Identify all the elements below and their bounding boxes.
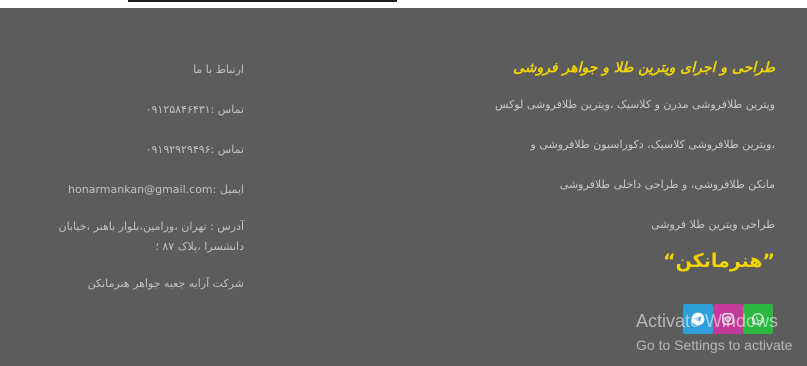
services-link-3[interactable]: مانکن طلافروشی، و طراحی داخلی طلافروشی <box>415 178 775 218</box>
contact-company: شرکت آرایه جعبه جواهر هنرمانکن <box>87 277 244 290</box>
services-link-1[interactable]: ویترین طلافروشی مدرن و کلاسیک ،ویترین طل… <box>415 98 775 138</box>
contact-phone-2[interactable]: تماس :۰۹۱۹۲۹۲۹۴۹۶ <box>40 143 244 183</box>
activate-windows-subtitle: Go to Settings to activate <box>636 337 793 353</box>
top-bar <box>0 0 807 8</box>
activate-windows-title: Activate Windows <box>636 311 779 331</box>
contact-address: آدرس : تهران ،ورامین،بلوار باهنر ،خیابان… <box>58 220 244 253</box>
services-link-2[interactable]: ،ویترین طلافروشی کلاسیک، دکوراسیون طلافر… <box>415 138 775 178</box>
brand-name: ”هنرمانکن“ <box>663 250 775 272</box>
contact-phone-1[interactable]: تماس :۰۹۱۲۵۸۴۶۴۳۱ <box>40 103 244 143</box>
top-input-field[interactable] <box>128 0 397 2</box>
contact-heading: ارتباط با ما <box>193 63 244 76</box>
contact-column: ارتباط با ما تماس :۰۹۱۲۵۸۴۶۴۳۱ تماس :۰۹۱… <box>40 63 244 317</box>
services-column: طراحی و اجرای ویترین طلا و جواهر فروشی و… <box>415 60 775 272</box>
services-heading: طراحی و اجرای ویترین طلا و جواهر فروشی <box>513 60 775 76</box>
